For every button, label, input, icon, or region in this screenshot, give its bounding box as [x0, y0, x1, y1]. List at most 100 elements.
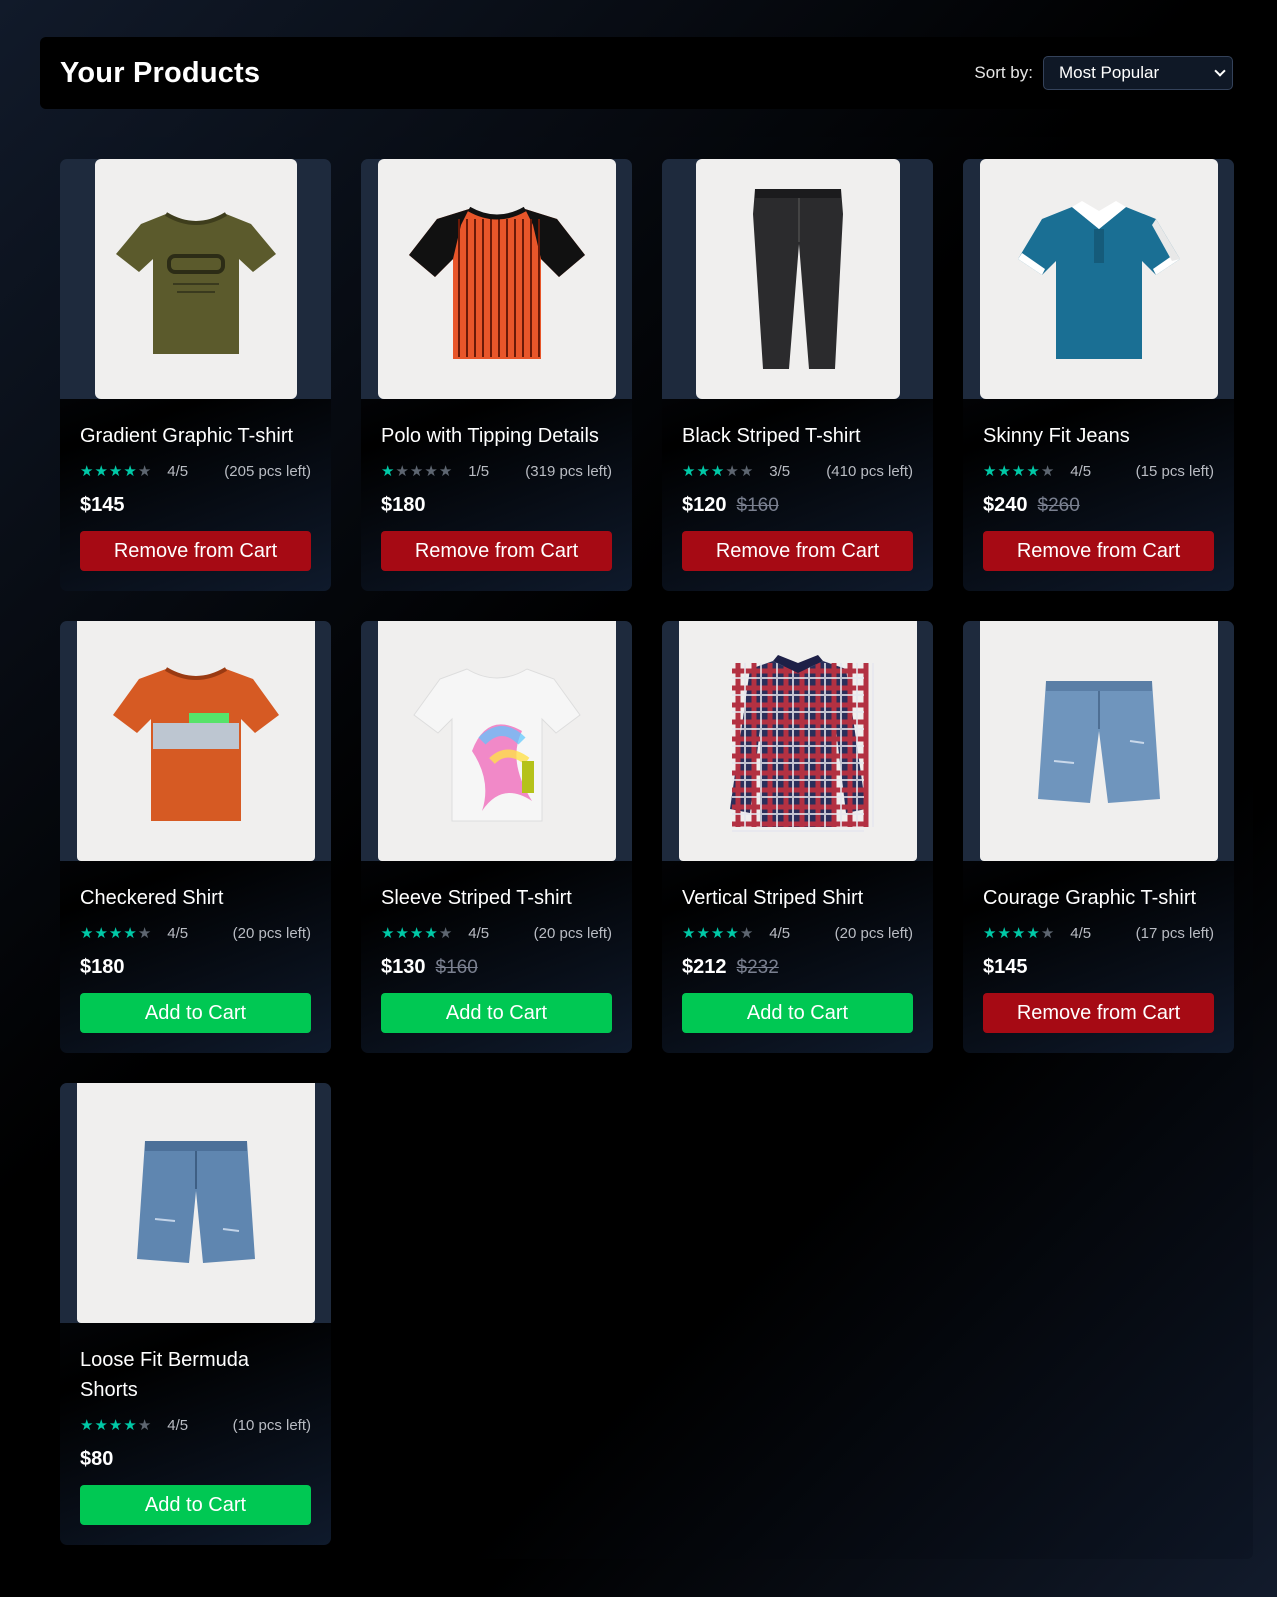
product-image[interactable]	[377, 621, 616, 861]
product-info: Polo with Tipping Details ★ ★ ★ ★ ★ 1/5 (319…	[361, 399, 632, 591]
stock-text: (410 pcs left)	[826, 462, 913, 480]
star-filled-icon: ★	[682, 925, 696, 942]
star-filled-icon: ★	[80, 463, 94, 480]
price-row: $80	[80, 1448, 311, 1471]
star-filled-icon: ★	[983, 463, 997, 480]
rating-group: ★ ★ ★ ★ ★ 4/5	[983, 924, 1091, 943]
sort-select[interactable]: Most Popular	[1043, 56, 1233, 90]
old-price: $232	[736, 957, 779, 978]
star-rating: ★ ★ ★ ★ ★	[80, 462, 151, 480]
star-empty-icon: ★	[1040, 463, 1055, 480]
product-image[interactable]	[695, 159, 900, 399]
price-row: $145	[80, 494, 311, 517]
product-image[interactable]	[678, 621, 917, 861]
star-filled-icon: ★	[94, 925, 108, 942]
old-price: $260	[1037, 495, 1080, 516]
price-row: $180	[381, 494, 612, 517]
star-filled-icon: ★	[395, 925, 409, 942]
remove-from-cart-button[interactable]: Remove from Cart	[80, 531, 311, 571]
rating-text: 3/5	[769, 462, 791, 480]
chevron-down-icon	[1214, 65, 1226, 77]
star-empty-icon: ★	[137, 925, 152, 942]
star-filled-icon: ★	[108, 1417, 123, 1434]
price-row: $120 $160	[682, 494, 913, 517]
product-name: Black Striped T-shirt	[682, 425, 861, 447]
sort-control: Sort by: Most Popular	[974, 56, 1233, 90]
star-filled-icon: ★	[997, 925, 1011, 942]
product-meta: ★ ★ ★ ★ ★ 4/5 (15 pcs left)	[983, 462, 1214, 481]
product-meta: ★ ★ ★ ★ ★ 3/5 (410 pcs left)	[682, 462, 913, 481]
add-to-cart-button[interactable]: Add to Cart	[80, 1485, 311, 1525]
products-panel: Gradient Graphic T-shirt ★ ★ ★ ★ ★ 4/5 (205 …	[40, 137, 1253, 1559]
star-filled-icon: ★	[1026, 925, 1040, 942]
orange-courage-tshirt-icon	[112, 667, 279, 821]
product-name: Gradient Graphic T-shirt	[80, 425, 294, 447]
product-card: Checkered Shirt ★ ★ ★ ★ ★ 4/5 (20 pcs left) …	[60, 621, 331, 1053]
remove-from-cart-button[interactable]: Remove from Cart	[983, 993, 1214, 1033]
product-info: Vertical Striped Shirt ★ ★ ★ ★ ★ 4/5 (20 pcs…	[662, 861, 933, 1053]
add-to-cart-button[interactable]: Add to Cart	[682, 993, 913, 1033]
rating-group: ★ ★ ★ ★ ★ 4/5	[682, 924, 791, 943]
product-image[interactable]	[979, 621, 1218, 861]
star-filled-icon: ★	[123, 463, 137, 480]
product-meta: ★ ★ ★ ★ ★ 4/5 (17 pcs left)	[983, 924, 1214, 943]
product-image-area	[662, 621, 933, 861]
price: $180	[381, 494, 426, 516]
product-card: Sleeve Striped T-shirt ★ ★ ★ ★ ★ 4/5 (20 pcs…	[361, 621, 632, 1053]
white-gradient-tshirt-icon	[412, 668, 581, 822]
star-filled-icon: ★	[94, 1417, 108, 1434]
product-meta: ★ ★ ★ ★ ★ 4/5 (205 pcs left)	[80, 462, 311, 481]
page-header: Your Products Sort by: Most Popular	[40, 37, 1253, 109]
star-rating: ★ ★ ★ ★ ★	[381, 924, 452, 942]
product-image[interactable]	[377, 159, 616, 399]
star-filled-icon: ★	[80, 925, 94, 942]
star-filled-icon: ★	[997, 463, 1011, 480]
add-to-cart-button[interactable]: Add to Cart	[80, 993, 311, 1033]
product-image[interactable]	[979, 159, 1218, 399]
rating-group: ★ ★ ★ ★ ★ 4/5	[80, 462, 188, 481]
star-rating: ★ ★ ★ ★ ★	[381, 462, 452, 480]
product-name: Polo with Tipping Details	[381, 425, 599, 447]
product-name: Loose Fit Bermuda Shorts	[80, 1349, 249, 1401]
product-image[interactable]	[76, 621, 315, 861]
stock-text: (20 pcs left)	[533, 924, 612, 942]
price-row: $130 $160	[381, 956, 612, 979]
product-card: Black Striped T-shirt ★ ★ ★ ★ ★ 3/5 (410 pcs…	[662, 159, 933, 591]
star-filled-icon: ★	[725, 925, 739, 942]
star-filled-icon: ★	[94, 463, 108, 480]
product-meta: ★ ★ ★ ★ ★ 4/5 (10 pcs left)	[80, 1416, 311, 1435]
remove-from-cart-button[interactable]: Remove from Cart	[682, 531, 913, 571]
product-name: Skinny Fit Jeans	[983, 425, 1130, 447]
product-image-area	[60, 1083, 331, 1323]
product-meta: ★ ★ ★ ★ ★ 4/5 (20 pcs left)	[80, 924, 311, 943]
product-image[interactable]	[94, 159, 297, 399]
price: $145	[80, 494, 125, 516]
star-empty-icon: ★	[137, 463, 152, 480]
stock-text: (17 pcs left)	[1135, 924, 1214, 942]
product-name: Vertical Striped Shirt	[682, 887, 864, 909]
star-filled-icon: ★	[710, 925, 725, 942]
star-empty-icon: ★	[739, 463, 754, 480]
price: $240	[983, 494, 1028, 516]
star-rating: ★ ★ ★ ★ ★	[682, 462, 753, 480]
product-image[interactable]	[76, 1083, 315, 1323]
product-info: Checkered Shirt ★ ★ ★ ★ ★ 4/5 (20 pcs left) …	[60, 861, 331, 1053]
stock-text: (319 pcs left)	[525, 462, 612, 480]
product-card: Loose Fit Bermuda Shorts ★ ★ ★ ★ ★ 4/5 (10 p…	[60, 1083, 331, 1545]
rating-text: 4/5	[769, 924, 791, 942]
product-meta: ★ ★ ★ ★ ★ 1/5 (319 pcs left)	[381, 462, 612, 481]
rating-group: ★ ★ ★ ★ ★ 1/5	[381, 462, 489, 481]
price-row: $240 $260	[983, 494, 1214, 517]
price: $120	[682, 494, 727, 516]
product-name: Checkered Shirt	[80, 887, 224, 909]
star-filled-icon: ★	[381, 463, 395, 480]
star-rating: ★ ★ ★ ★ ★	[983, 924, 1054, 942]
sort-label: Sort by:	[974, 63, 1033, 82]
remove-from-cart-button[interactable]: Remove from Cart	[983, 531, 1214, 571]
rating-text: 4/5	[167, 924, 189, 942]
remove-from-cart-button[interactable]: Remove from Cart	[381, 531, 612, 571]
star-filled-icon: ★	[123, 925, 137, 942]
stock-text: (205 pcs left)	[224, 462, 311, 480]
add-to-cart-button[interactable]: Add to Cart	[381, 993, 612, 1033]
product-info: Sleeve Striped T-shirt ★ ★ ★ ★ ★ 4/5 (20 pcs…	[361, 861, 632, 1053]
